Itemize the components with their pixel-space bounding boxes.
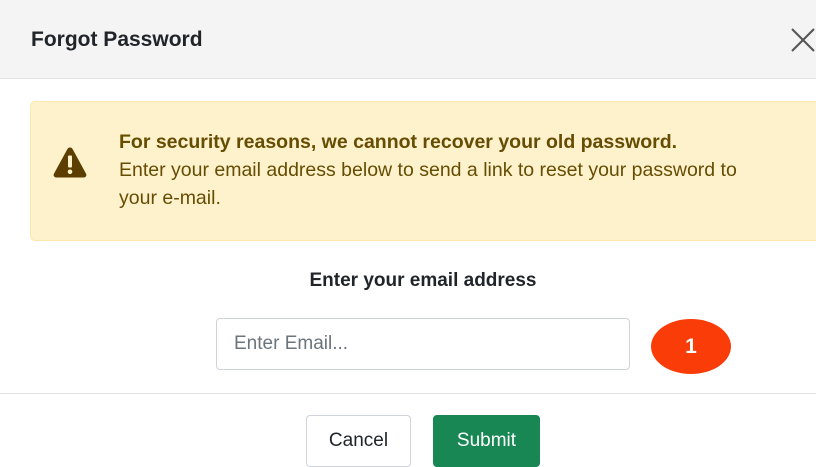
step-badge: 1 <box>651 319 731 374</box>
alert-body: Enter your email address below to send a… <box>119 159 737 209</box>
alert-heading: For security reasons, we cannot recover … <box>119 131 678 153</box>
email-field-label: Enter your email address <box>309 270 537 291</box>
modal-header: Forgot Password <box>0 0 816 79</box>
security-alert: For security reasons, we cannot recover … <box>30 101 816 241</box>
email-input[interactable] <box>216 318 630 370</box>
cancel-button[interactable]: Cancel <box>306 415 411 467</box>
alert-message: For security reasons, we cannot recover … <box>119 128 779 212</box>
close-button[interactable] <box>788 25 816 55</box>
close-icon[interactable] <box>788 25 816 55</box>
footer-divider <box>0 393 816 394</box>
warning-triangle-icon <box>53 147 87 178</box>
modal-title: Forgot Password <box>31 28 203 51</box>
submit-button[interactable]: Submit <box>433 415 540 467</box>
